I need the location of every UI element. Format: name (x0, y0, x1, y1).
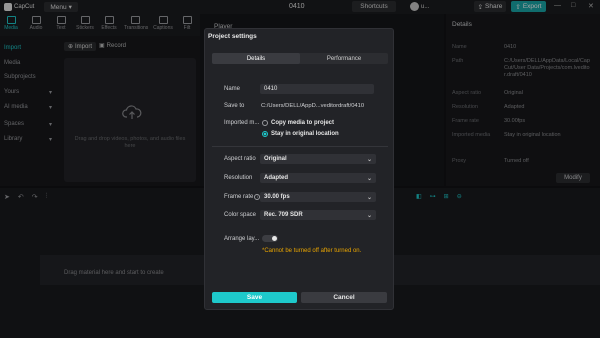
frame-rate-label: Frame rate i (224, 194, 261, 200)
aspect-ratio-select[interactable]: Original ⌄ (260, 154, 376, 164)
arrange-layers-warning: *Cannot be turned off after turned on. (262, 248, 362, 254)
resolution-label: Resolution (224, 175, 253, 181)
project-settings-dialog (204, 28, 394, 310)
save-button[interactable]: Save (212, 292, 297, 303)
imported-media-label: Imported m... (224, 120, 260, 126)
chevron-down-icon: ⌄ (366, 175, 372, 182)
color-space-value: Rec. 709 SDR (264, 212, 303, 218)
resolution-select[interactable]: Adapted ⌄ (260, 173, 376, 183)
aspect-ratio-label: Aspect ratio (224, 156, 256, 162)
color-space-label: Color space (224, 212, 257, 218)
radio-copy-label: Copy media to project (271, 120, 335, 126)
chevron-down-icon: ⌄ (366, 194, 372, 201)
arrange-layers-label: Arrange lay... (224, 236, 260, 242)
cancel-button[interactable]: Cancel (301, 292, 387, 303)
radio-unchecked-icon (262, 120, 268, 126)
toggle-knob (272, 236, 277, 241)
frame-rate-label-text: Frame rate (224, 194, 254, 200)
radio-checked-icon (262, 131, 268, 137)
resolution-value: Adapted (264, 175, 288, 181)
project-name-input[interactable]: 0410 (260, 84, 374, 94)
dialog-tabs: Details Performance (212, 53, 388, 64)
name-label: Name (224, 86, 241, 92)
frame-rate-select[interactable]: 30.00 fps ⌄ (260, 192, 376, 202)
radio-stay-original[interactable]: Stay in original location (262, 131, 339, 137)
tab-performance[interactable]: Performance (300, 53, 388, 64)
chevron-down-icon: ⌄ (366, 212, 372, 219)
aspect-ratio-value: Original (264, 156, 287, 162)
save-to-path: C:/Users/DELL/AppD...veditordraft/0410 (261, 103, 365, 109)
save-to-label: Save to (224, 103, 245, 109)
dialog-title: Project settings (208, 33, 257, 40)
tab-details[interactable]: Details (212, 53, 300, 64)
frame-rate-value: 30.00 fps (264, 194, 290, 200)
chevron-down-icon: ⌄ (366, 156, 372, 163)
divider (212, 146, 388, 147)
color-space-select[interactable]: Rec. 709 SDR ⌄ (260, 210, 376, 220)
radio-stay-label: Stay in original location (271, 131, 339, 137)
radio-copy-media[interactable]: Copy media to project (262, 120, 334, 126)
